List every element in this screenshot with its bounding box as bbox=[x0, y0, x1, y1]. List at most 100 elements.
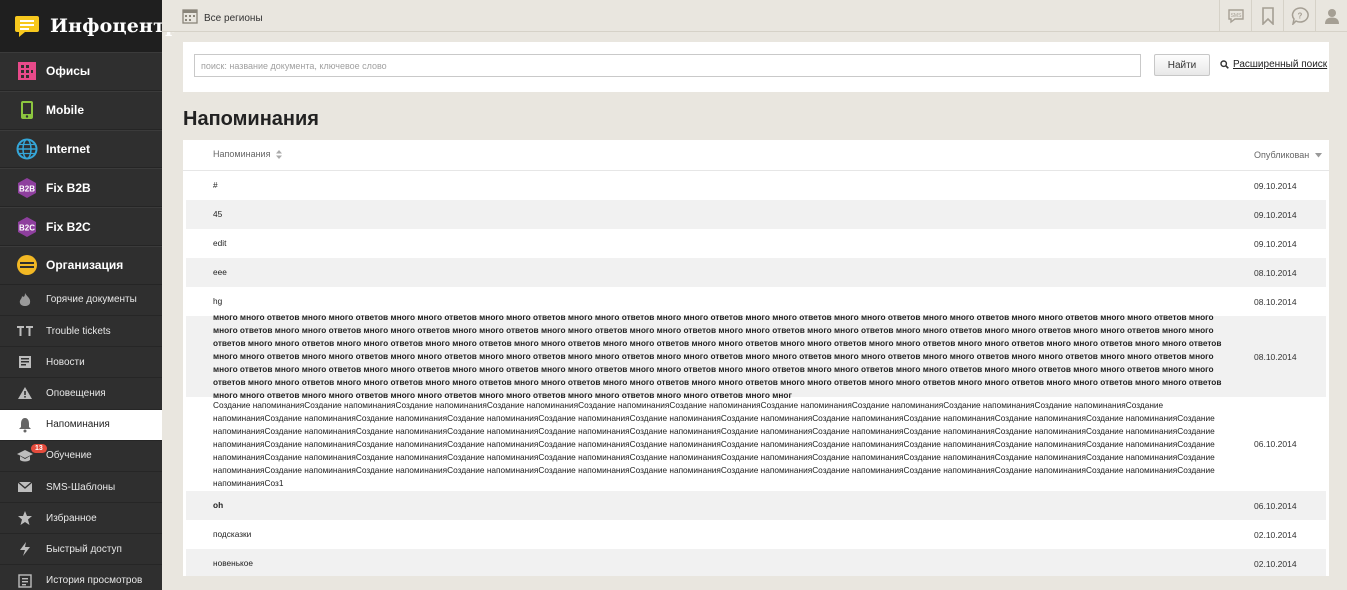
publish-date: 09.10.2014 bbox=[1254, 209, 1297, 220]
publish-date: 02.10.2014 bbox=[1254, 529, 1297, 540]
search-input[interactable] bbox=[194, 54, 1141, 77]
sidebar-item-internet[interactable]: Internet bbox=[0, 129, 162, 169]
reminder-title[interactable]: eee bbox=[186, 266, 1254, 279]
bookmark-icon[interactable] bbox=[1251, 0, 1283, 31]
sidebar-item-mobile[interactable]: Mobile bbox=[0, 90, 162, 130]
sidebar-item-label: Избранное bbox=[46, 512, 97, 524]
advanced-search-label: Расширенный поиск bbox=[1233, 59, 1328, 70]
table-row[interactable]: много много ответов много много ответов … bbox=[186, 312, 1326, 400]
region-label: Все регионы bbox=[204, 13, 263, 24]
publish-date: 09.10.2014 bbox=[1254, 180, 1297, 191]
sidebar-item-label: Горячие документы bbox=[46, 294, 137, 306]
top-bar: Все регионы SMS ? bbox=[162, 0, 1347, 32]
sort-icon bbox=[275, 149, 282, 161]
sidebar-item-label: Оповещения bbox=[46, 387, 106, 399]
phone-icon bbox=[16, 99, 38, 121]
sidebar-item-label: Internet bbox=[46, 141, 91, 156]
publish-date: 08.10.2014 bbox=[1254, 296, 1297, 307]
sidebar-item-fix-b2c[interactable]: B2C Fix B2C bbox=[0, 207, 162, 246]
reminder-title[interactable]: подсказки bbox=[186, 528, 1254, 541]
chat-bubble-logo-icon bbox=[14, 13, 40, 39]
sidebar-item-offices[interactable]: Офисы bbox=[0, 52, 162, 91]
sms-icon[interactable]: SMS bbox=[1219, 0, 1251, 31]
sidebar-item-label: Организация bbox=[46, 258, 124, 273]
region-selector[interactable]: Все регионы bbox=[182, 8, 263, 29]
advanced-search-link[interactable]: Расширенный поиск bbox=[1220, 59, 1327, 70]
reminder-title[interactable]: 45 bbox=[186, 208, 1254, 221]
history-icon bbox=[16, 572, 34, 590]
reminder-title[interactable]: много много ответов много много ответов … bbox=[186, 311, 1254, 402]
sidebar-item-label: Trouble tickets bbox=[46, 325, 111, 337]
star-icon bbox=[16, 509, 34, 527]
logo[interactable]: Инфоцентр bbox=[0, 0, 178, 52]
sidebar-item-label: Обучение bbox=[46, 450, 92, 462]
publish-date: 06.10.2014 bbox=[1254, 500, 1297, 511]
lightning-icon bbox=[16, 540, 34, 558]
reminder-title[interactable]: hg bbox=[186, 295, 1254, 308]
sidebar-item-label: Офисы bbox=[46, 64, 91, 79]
table-row[interactable]: edit 09.10.2014 bbox=[186, 229, 1326, 258]
reminder-title[interactable]: # bbox=[186, 179, 1254, 192]
building-icon bbox=[16, 60, 38, 82]
table-row[interactable]: подсказки 02.10.2014 bbox=[186, 520, 1326, 549]
publish-date: 08.10.2014 bbox=[1254, 267, 1297, 278]
sidebar-item-reminders[interactable]: Напоминания bbox=[0, 409, 162, 441]
sidebar-item-view-history[interactable]: История просмотров bbox=[0, 565, 162, 590]
table-row[interactable]: новенькое 02.10.2014 bbox=[186, 549, 1326, 576]
column-header-published[interactable]: Опубликован bbox=[1254, 150, 1322, 161]
sidebar-item-label: SMS-Шаблоны bbox=[46, 481, 116, 493]
envelope-icon bbox=[16, 478, 34, 496]
reminder-title[interactable]: новенькое bbox=[186, 557, 1254, 570]
user-icon[interactable] bbox=[1315, 0, 1347, 31]
sidebar-item-news[interactable]: Новости bbox=[0, 347, 162, 379]
sidebar-item-trouble-tickets[interactable]: Trouble tickets bbox=[0, 316, 162, 348]
sidebar-item-label: Mobile bbox=[46, 103, 84, 118]
sidebar-item-favorites[interactable]: Избранное bbox=[0, 503, 162, 535]
reminder-title[interactable]: Создание напоминанияСоздание напоминания… bbox=[186, 399, 1254, 490]
table-header: Напоминания Опубликован bbox=[183, 140, 1329, 171]
reminder-title[interactable]: edit bbox=[186, 237, 1254, 250]
table-row[interactable]: 45 09.10.2014 bbox=[186, 200, 1326, 229]
sidebar-item-organization[interactable]: Организация bbox=[0, 245, 162, 285]
page-title: Напоминания bbox=[183, 108, 319, 130]
table-row[interactable]: Создание напоминанияСоздание напоминания… bbox=[186, 397, 1326, 491]
sort-desc-icon bbox=[1314, 150, 1322, 160]
svg-text:B2C: B2C bbox=[19, 223, 35, 232]
reminder-title[interactable]: oh bbox=[186, 499, 1254, 512]
sidebar-item-training[interactable]: 13 Обучение bbox=[0, 441, 162, 472]
svg-text:B2B: B2B bbox=[19, 184, 35, 193]
svg-text:?: ? bbox=[1297, 11, 1302, 20]
table-row[interactable]: eee 08.10.2014 bbox=[186, 258, 1326, 287]
tt-icon bbox=[16, 322, 34, 340]
help-icon[interactable]: ? bbox=[1283, 0, 1315, 31]
table-row[interactable]: oh 06.10.2014 bbox=[186, 491, 1326, 520]
publish-date: 08.10.2014 bbox=[1254, 351, 1297, 362]
publish-date: 02.10.2014 bbox=[1254, 558, 1297, 569]
sidebar-item-label: Fix B2B bbox=[46, 180, 91, 195]
sidebar-item-label: Быстрый доступ bbox=[46, 543, 122, 555]
top-icon-group: SMS ? bbox=[1219, 0, 1347, 31]
fire-icon bbox=[16, 291, 34, 309]
sidebar-item-sms-templates[interactable]: SMS-Шаблоны bbox=[0, 472, 162, 504]
search-panel: Найти Расширенный поиск bbox=[183, 42, 1329, 92]
sidebar-item-alerts[interactable]: Оповещения bbox=[0, 378, 162, 410]
publish-date: 06.10.2014 bbox=[1254, 439, 1297, 449]
svg-text:SMS: SMS bbox=[1230, 13, 1242, 19]
app-title: Инфоцентр bbox=[50, 15, 179, 37]
column-header-reminders[interactable]: Напоминания bbox=[183, 149, 1254, 160]
sidebar-item-quick-access[interactable]: Быстрый доступ bbox=[0, 534, 162, 566]
column-header-label: Напоминания bbox=[213, 149, 271, 160]
bell-icon bbox=[16, 416, 34, 434]
globe-icon bbox=[16, 138, 38, 160]
sidebar-item-label: Новости bbox=[46, 356, 85, 368]
search-icon bbox=[1220, 60, 1229, 69]
sidebar-item-fix-b2b[interactable]: B2B Fix B2B bbox=[0, 168, 162, 208]
sidebar-item-label: Напоминания bbox=[46, 419, 110, 431]
news-icon bbox=[16, 353, 34, 371]
publish-date: 09.10.2014 bbox=[1254, 238, 1297, 249]
b2b-icon: B2B bbox=[16, 177, 38, 199]
sidebar-item-hot-documents[interactable]: Горячие документы bbox=[0, 285, 162, 316]
sidebar: Инфоцентр Офисы Mobile Internet B2B Fix … bbox=[0, 0, 178, 590]
table-row[interactable]: # 09.10.2014 bbox=[186, 171, 1326, 200]
find-button[interactable]: Найти bbox=[1154, 54, 1210, 76]
